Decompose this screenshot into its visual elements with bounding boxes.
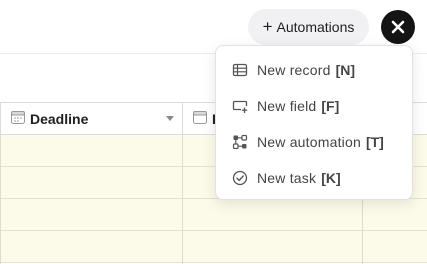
- calendar-icon: [10, 109, 26, 128]
- shortcut-hint: [N]: [335, 62, 356, 78]
- plus-icon: +: [262, 17, 273, 36]
- automation-icon: [232, 134, 248, 150]
- menu-item-label: New field: [257, 98, 317, 114]
- close-button[interactable]: [381, 10, 415, 44]
- column-divider: [0, 135, 1, 264]
- close-icon: [391, 20, 405, 34]
- shortcut-hint: [F]: [321, 98, 340, 114]
- menu-item-label: New automation: [257, 134, 361, 150]
- check-circle-icon: [232, 170, 248, 186]
- menu-item-new-record[interactable]: New record [N]: [216, 54, 412, 86]
- menu-item-new-task[interactable]: New task [K]: [216, 162, 412, 194]
- column-divider: [182, 135, 183, 264]
- add-field-icon: [232, 98, 248, 114]
- menu-item-new-automation[interactable]: New automation [T]: [216, 126, 412, 158]
- table-icon: [232, 62, 248, 78]
- column-header-label: Deadline: [30, 110, 89, 127]
- chevron-down-icon[interactable]: [166, 116, 174, 121]
- menu-item-new-field[interactable]: New field [F]: [216, 90, 412, 122]
- page: + Automations Deadline New record [N] Ne…: [0, 0, 427, 264]
- shortcut-hint: [T]: [365, 134, 384, 150]
- column-header-deadline[interactable]: Deadline: [0, 103, 182, 134]
- menu-item-label: New record: [257, 62, 331, 78]
- add-menu: New record [N] New field [F] New automat…: [215, 45, 413, 200]
- shortcut-hint: [K]: [321, 170, 341, 186]
- menu-item-label: New task: [257, 170, 317, 186]
- calendar-icon: [192, 109, 208, 128]
- automations-label: Automations: [276, 19, 355, 35]
- automations-button[interactable]: + Automations: [248, 9, 369, 45]
